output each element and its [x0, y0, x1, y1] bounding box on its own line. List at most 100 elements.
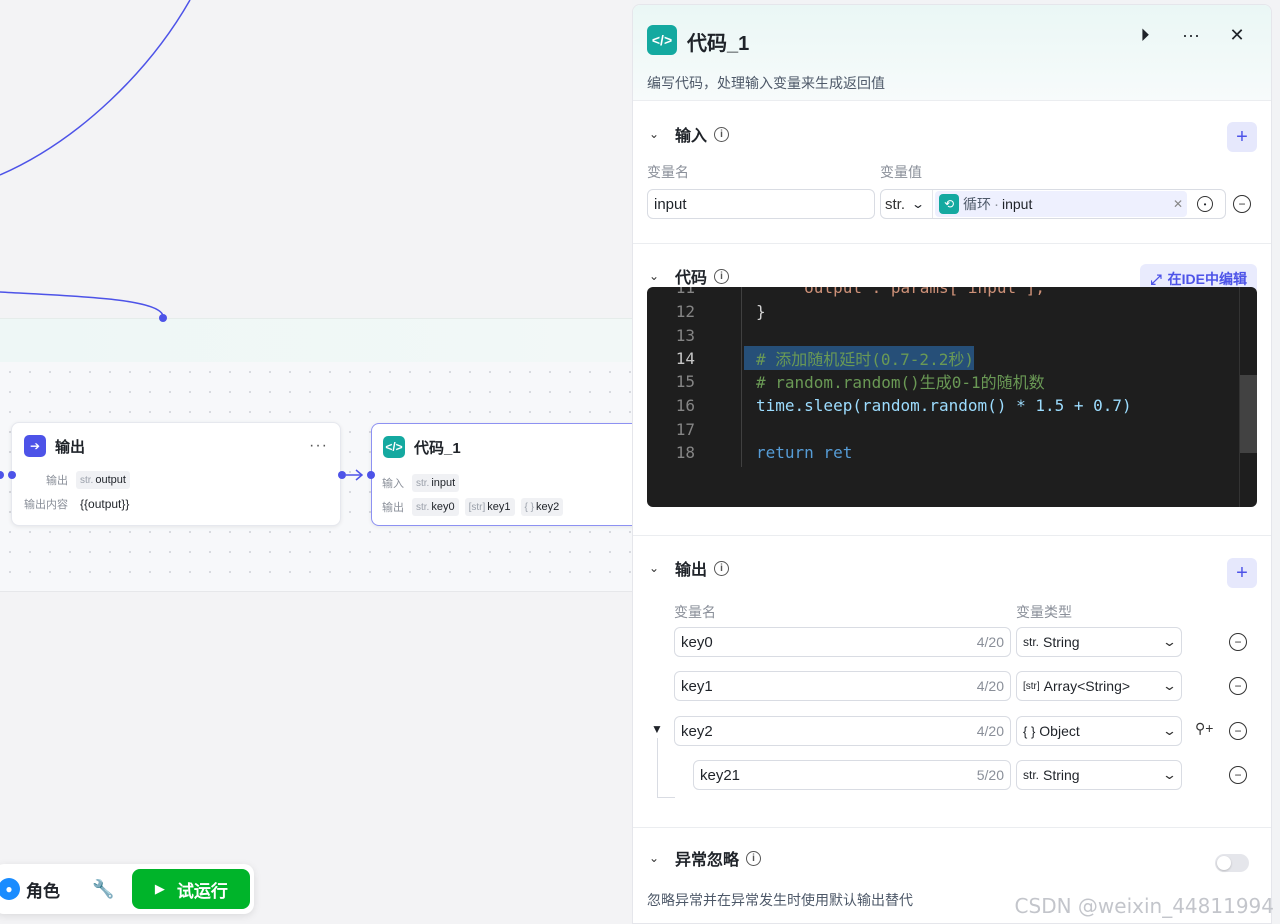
user-icon: ●: [0, 878, 20, 900]
input-section-header[interactable]: ⌄ 输入 i: [633, 108, 1271, 160]
char-count: 5/20: [976, 767, 1004, 783]
line-number: 17: [675, 419, 695, 439]
chevron-down-icon[interactable]: ⌄: [649, 269, 663, 283]
array-type-icon: [str]: [468, 501, 486, 513]
code-node[interactable]: </> 代码_1 输入 str. input 输出 str. key0 [str] k…: [371, 423, 632, 526]
remove-input-icon[interactable]: −: [1233, 195, 1251, 213]
more-icon[interactable]: ···: [309, 437, 328, 455]
input-var-value-field[interactable]: str. ⌄ ⟲ 循环 · input ✕ •: [880, 189, 1226, 219]
info-icon[interactable]: i: [714, 560, 730, 576]
remove-output-icon[interactable]: −: [1229, 766, 1247, 784]
object-type-icon: { }: [524, 501, 534, 513]
input-var-name-field[interactable]: input: [647, 189, 875, 219]
more-icon[interactable]: ···: [1179, 25, 1203, 46]
expand-icon: ⤢: [1150, 270, 1162, 287]
exception-section-header[interactable]: ⌄ 异常忽略 i: [633, 832, 1271, 884]
str-type-icon: str.: [1023, 635, 1040, 649]
row-label: 输入: [382, 478, 404, 490]
remove-output-icon[interactable]: −: [1229, 722, 1247, 740]
code-line: 15 # random.random()生成0-1的随机数: [647, 369, 1257, 393]
code-node-title: 代码_1: [414, 439, 461, 457]
code-text: # random.random()生成0-1的随机数: [756, 373, 1045, 392]
ref-sep: ·: [994, 195, 999, 213]
output-var-name-field[interactable]: key2 4/20: [674, 716, 1011, 746]
play-icon: ▶: [154, 881, 165, 896]
output-var-name-field[interactable]: key1 4/20: [674, 671, 1011, 701]
str-type-icon: str.: [416, 477, 430, 489]
info-icon[interactable]: i: [714, 126, 730, 142]
line-number: 18: [675, 442, 695, 462]
test-run-button[interactable]: ▶ 试运行: [132, 869, 251, 909]
type-label: Array<String>: [1043, 678, 1131, 694]
var-tag: str. input: [412, 474, 460, 492]
chevron-down-icon[interactable]: ⌄: [649, 561, 663, 575]
type-select[interactable]: str. ⌄: [885, 190, 933, 218]
row-label: 输出: [46, 475, 68, 487]
input-section: ⌄ 输入 i + 变量名 变量值 input str. ⌄ ⟲ 循环 · inp…: [633, 108, 1271, 244]
info-icon[interactable]: i: [714, 268, 730, 284]
ref-chip[interactable]: ⟲ 循环 · input ✕: [935, 191, 1187, 217]
workflow-canvas[interactable]: ➔ 输出 ··· 输出 str. output 输出内容 {{output}} <…: [0, 0, 632, 924]
variable-picker-icon[interactable]: •: [1197, 196, 1213, 212]
output-type-select[interactable]: [str] Array<String> ⌄: [1016, 671, 1182, 701]
add-input-button[interactable]: +: [1227, 122, 1257, 152]
output-var-name-field[interactable]: key21 5/20: [693, 760, 1011, 790]
edge-loop: [0, 291, 164, 317]
line-number: 12: [675, 301, 695, 321]
output-node[interactable]: ➔ 输出 ··· 输出 str. output 输出内容 {{output}}: [11, 422, 341, 526]
output-node-out-port[interactable]: [338, 471, 346, 479]
output-var-name-field[interactable]: key0 4/20: [674, 627, 1011, 657]
editor-scrollbar[interactable]: [1239, 287, 1257, 507]
panel-title[interactable]: 代码_1: [687, 27, 749, 56]
close-icon[interactable]: ✕: [1225, 25, 1249, 46]
output-node-in-port[interactable]: [8, 471, 16, 479]
scrollbar-thumb[interactable]: [1240, 375, 1257, 453]
add-output-button[interactable]: +: [1227, 558, 1257, 588]
panel-description[interactable]: 编写代码，处理输入变量来生成返回值: [647, 73, 885, 93]
caret-down-icon[interactable]: ▼: [651, 722, 663, 736]
code-line: 12}: [647, 299, 1257, 323]
output-node-row-output: 输出 str. output: [12, 468, 340, 492]
role-label: 角色: [26, 881, 60, 901]
output-type-select[interactable]: { } Object ⌄: [1016, 716, 1182, 746]
info-icon[interactable]: i: [746, 850, 762, 866]
code-text: return ret: [756, 442, 853, 462]
ref-var: input: [1002, 196, 1033, 212]
output-section-header[interactable]: ⌄ 输出 i: [633, 542, 1271, 594]
str-type-icon: str.: [1023, 768, 1040, 782]
role-button[interactable]: ● 角色: [0, 877, 60, 902]
chevron-down-icon[interactable]: ⌄: [649, 851, 663, 865]
wrench-icon[interactable]: 🔧: [92, 879, 114, 900]
add-child-icon[interactable]: ⚲+: [1195, 720, 1213, 737]
col-label-name: 变量名: [674, 604, 716, 620]
var-name: key1: [487, 501, 511, 513]
section-title: 异常忽略: [675, 852, 740, 869]
var-tag: { } key2: [520, 498, 564, 516]
code-editor[interactable]: 11 "output": params['input'], 12} 13 14 #…: [647, 287, 1257, 507]
chevron-down-icon: ⌄: [1161, 723, 1178, 738]
output-type-select[interactable]: str. String ⌄: [1016, 760, 1182, 790]
var-name: key0: [431, 501, 455, 513]
field-value: input: [654, 195, 687, 213]
code-node-in-port[interactable]: [367, 471, 375, 479]
code-line: 17: [647, 417, 1257, 441]
line-number: 11: [675, 287, 695, 297]
play-circle-icon[interactable]: ⏵: [1133, 25, 1157, 46]
remove-output-icon[interactable]: −: [1229, 633, 1247, 651]
type-label: String: [1043, 767, 1080, 783]
code-text: "output": params['input'],: [756, 287, 1045, 297]
var-name: output: [95, 474, 126, 486]
clear-icon[interactable]: ✕: [1173, 197, 1183, 211]
row-label: 输出: [382, 502, 404, 514]
type-label: String: [1043, 634, 1080, 650]
line-number: 13: [675, 325, 695, 345]
chevron-down-icon[interactable]: ⌄: [649, 127, 663, 141]
test-run-label: 试运行: [176, 881, 228, 901]
exception-description: 忽略异常并在异常发生时使用默认输出替代: [647, 892, 913, 908]
var-tag: str. output: [76, 471, 130, 489]
output-type-select[interactable]: str. String ⌄: [1016, 627, 1182, 657]
output-node-row-content: 输出内容 {{output}}: [12, 492, 340, 516]
exception-ignore-toggle[interactable]: [1215, 854, 1249, 872]
panel-header: </> 代码_1 编写代码，处理输入变量来生成返回值 ⏵ ··· ✕: [633, 5, 1271, 101]
remove-output-icon[interactable]: −: [1229, 677, 1247, 695]
